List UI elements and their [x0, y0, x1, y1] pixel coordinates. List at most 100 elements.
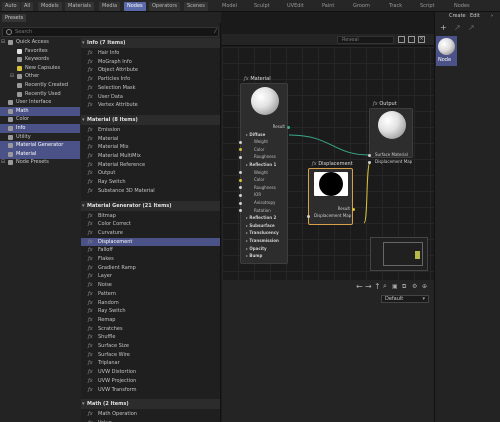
- port-reflection-1[interactable]: ▸ Reflection 1: [246, 162, 276, 168]
- input-socket-icon[interactable]: [239, 201, 242, 205]
- list-item[interactable]: ƒx Scratches: [81, 325, 220, 333]
- list-item[interactable]: ƒx Output: [81, 169, 220, 177]
- list-item[interactable]: ƒx Noise: [81, 281, 220, 289]
- layout-tab-sculpt[interactable]: Sculpt: [254, 2, 270, 11]
- list-item[interactable]: ƒx UVW Projection: [81, 377, 220, 385]
- list-item[interactable]: ƒx Falloff: [81, 246, 220, 254]
- node-displacement[interactable]: ƒx Displacement Result Displacement Map: [307, 161, 355, 225]
- port-roughness[interactable]: Roughness: [254, 154, 276, 160]
- input-socket-icon[interactable]: [239, 193, 242, 197]
- tab-materials[interactable]: Materials: [65, 2, 94, 11]
- port-weight[interactable]: Weight: [254, 170, 268, 176]
- input-socket-icon[interactable]: [368, 160, 371, 164]
- search-input[interactable]: Search ⁄: [2, 27, 219, 37]
- collapse-icon[interactable]: ▾: [82, 115, 85, 125]
- list-item[interactable]: ƒx Pattern: [81, 290, 220, 298]
- input-socket-icon[interactable]: [239, 155, 242, 159]
- search-icon-attr[interactable]: ⌕: [383, 280, 387, 293]
- output-socket-icon[interactable]: [287, 125, 290, 129]
- list-item[interactable]: ƒx Particles Info: [81, 75, 220, 83]
- port-rotation[interactable]: Rotation: [254, 208, 271, 214]
- layout-tab-uvedit[interactable]: UVEdit: [287, 2, 304, 11]
- frame-icon[interactable]: [398, 36, 405, 43]
- port-transmission[interactable]: ▸ Transmission: [246, 238, 279, 244]
- list-item[interactable]: ƒx Layer: [81, 272, 220, 280]
- list-item[interactable]: ƒx Vertex Attribute: [81, 101, 220, 109]
- arrow-icon-2[interactable]: ↗: [468, 23, 475, 32]
- list-item[interactable]: ƒx Flakes: [81, 255, 220, 263]
- list-item[interactable]: ƒx Bitmap: [81, 212, 220, 220]
- port-subsurface[interactable]: ▸ Subsurface: [246, 223, 275, 229]
- node-tile[interactable]: Node: [436, 36, 457, 66]
- list-item[interactable]: ƒx Substance 3D Material: [81, 187, 220, 195]
- port-diffuse[interactable]: ▸ Diffuse: [246, 132, 265, 138]
- collapse-icon[interactable]: ▾: [82, 38, 85, 48]
- port-result[interactable]: Result: [241, 124, 285, 130]
- input-socket-icon[interactable]: [239, 171, 242, 175]
- group-header-math-2-items[interactable]: ▾ Math (2 Items): [81, 399, 220, 410]
- port-weight[interactable]: Weight: [254, 139, 268, 145]
- menu-more[interactable]: ›: [491, 13, 493, 19]
- expand-icon[interactable]: ⊟: [0, 158, 6, 167]
- list-item[interactable]: ƒx Color Correct: [81, 220, 220, 228]
- layout-icon[interactable]: [408, 36, 415, 43]
- port-anisotropy[interactable]: Anisotropy: [254, 200, 275, 206]
- port-opacity[interactable]: ▸ Opacity: [246, 246, 267, 252]
- tab-operators[interactable]: Operators: [149, 2, 180, 11]
- add-icon[interactable]: +: [440, 23, 447, 32]
- node-output[interactable]: ƒx Output Surface Material Displacement M…: [368, 101, 413, 164]
- pin-icon[interactable]: ⁄: [215, 28, 216, 36]
- port-color[interactable]: Color: [254, 147, 264, 153]
- collapse-icon[interactable]: ▾: [82, 201, 85, 211]
- close-icon[interactable]: ×: [418, 36, 425, 43]
- list-item[interactable]: ƒx Material Mix: [81, 143, 220, 151]
- input-socket-icon[interactable]: [307, 214, 310, 218]
- node-canvas[interactable]: ƒx Material Result ▸ Diffuse Weight Color Ro…: [222, 47, 434, 280]
- list-item[interactable]: ƒx Math Operation: [81, 410, 220, 418]
- presets-tab[interactable]: Presets: [2, 14, 27, 22]
- settings-icon[interactable]: ⚙: [412, 280, 417, 293]
- list-item[interactable]: ƒx Random: [81, 299, 220, 307]
- list-item[interactable]: ƒx Object Attribute: [81, 66, 220, 74]
- list-item[interactable]: ƒx Displacement: [81, 237, 220, 246]
- list-item[interactable]: ƒx Material: [81, 135, 220, 143]
- group-header-info-7-items[interactable]: ▾ Info (7 Items): [81, 38, 220, 48]
- list-item[interactable]: ƒx Emission: [81, 126, 220, 134]
- layout-tab-groom[interactable]: Groom: [353, 2, 370, 11]
- list-item[interactable]: ƒx Ray Switch: [81, 307, 220, 315]
- back-arrow-icon[interactable]: ←: [356, 280, 363, 293]
- input-socket-icon[interactable]: [239, 186, 242, 190]
- list-item[interactable]: ƒx Curvature: [81, 229, 220, 237]
- port-translucency[interactable]: ▸ Translucency: [246, 230, 279, 236]
- layout-tab-model[interactable]: Model: [222, 2, 237, 11]
- port-roughness[interactable]: Roughness: [254, 185, 276, 191]
- list-item[interactable]: ƒx Material MultiMix: [81, 152, 220, 160]
- up-arrow-icon[interactable]: ↑: [374, 280, 381, 293]
- mode-dropdown[interactable]: Default ▾: [381, 295, 429, 303]
- group-header-material-8-items[interactable]: ▾ Material (8 Items): [81, 114, 220, 125]
- list-item[interactable]: ƒx UVW Transform: [81, 386, 220, 394]
- minimap[interactable]: [370, 237, 428, 271]
- reveal-field[interactable]: Reveal: [337, 36, 394, 44]
- input-socket-icon[interactable]: [239, 178, 242, 182]
- list-item[interactable]: ƒx Ray Switch: [81, 178, 220, 186]
- tab-media[interactable]: Media: [99, 2, 121, 11]
- port-result[interactable]: Result: [309, 206, 350, 212]
- tab-nodes[interactable]: Nodes: [124, 2, 146, 11]
- input-socket-icon[interactable]: [239, 140, 242, 144]
- list-item[interactable]: ƒx Gradient Ramp: [81, 264, 220, 272]
- lock-icon[interactable]: ▣: [392, 280, 398, 293]
- list-item[interactable]: ƒx Shuffle: [81, 333, 220, 341]
- forward-arrow-icon[interactable]: →: [365, 280, 372, 293]
- tab-auto[interactable]: Auto: [2, 2, 20, 11]
- list-item[interactable]: ƒx Triplanar: [81, 359, 220, 367]
- input-socket-icon[interactable]: [239, 148, 242, 152]
- port-color[interactable]: Color: [254, 177, 264, 183]
- port-displacement-map[interactable]: Displacement Map: [375, 159, 412, 165]
- tree-item-node-presets[interactable]: ⊟ Node Presets: [0, 158, 80, 167]
- layout-tab-paint[interactable]: Paint: [322, 2, 334, 11]
- list-item[interactable]: ƒx Remap: [81, 316, 220, 324]
- tab-all[interactable]: All: [21, 2, 34, 11]
- list-item[interactable]: ƒx Surface Wire: [81, 351, 220, 359]
- list-item[interactable]: ƒx Surface Size: [81, 342, 220, 350]
